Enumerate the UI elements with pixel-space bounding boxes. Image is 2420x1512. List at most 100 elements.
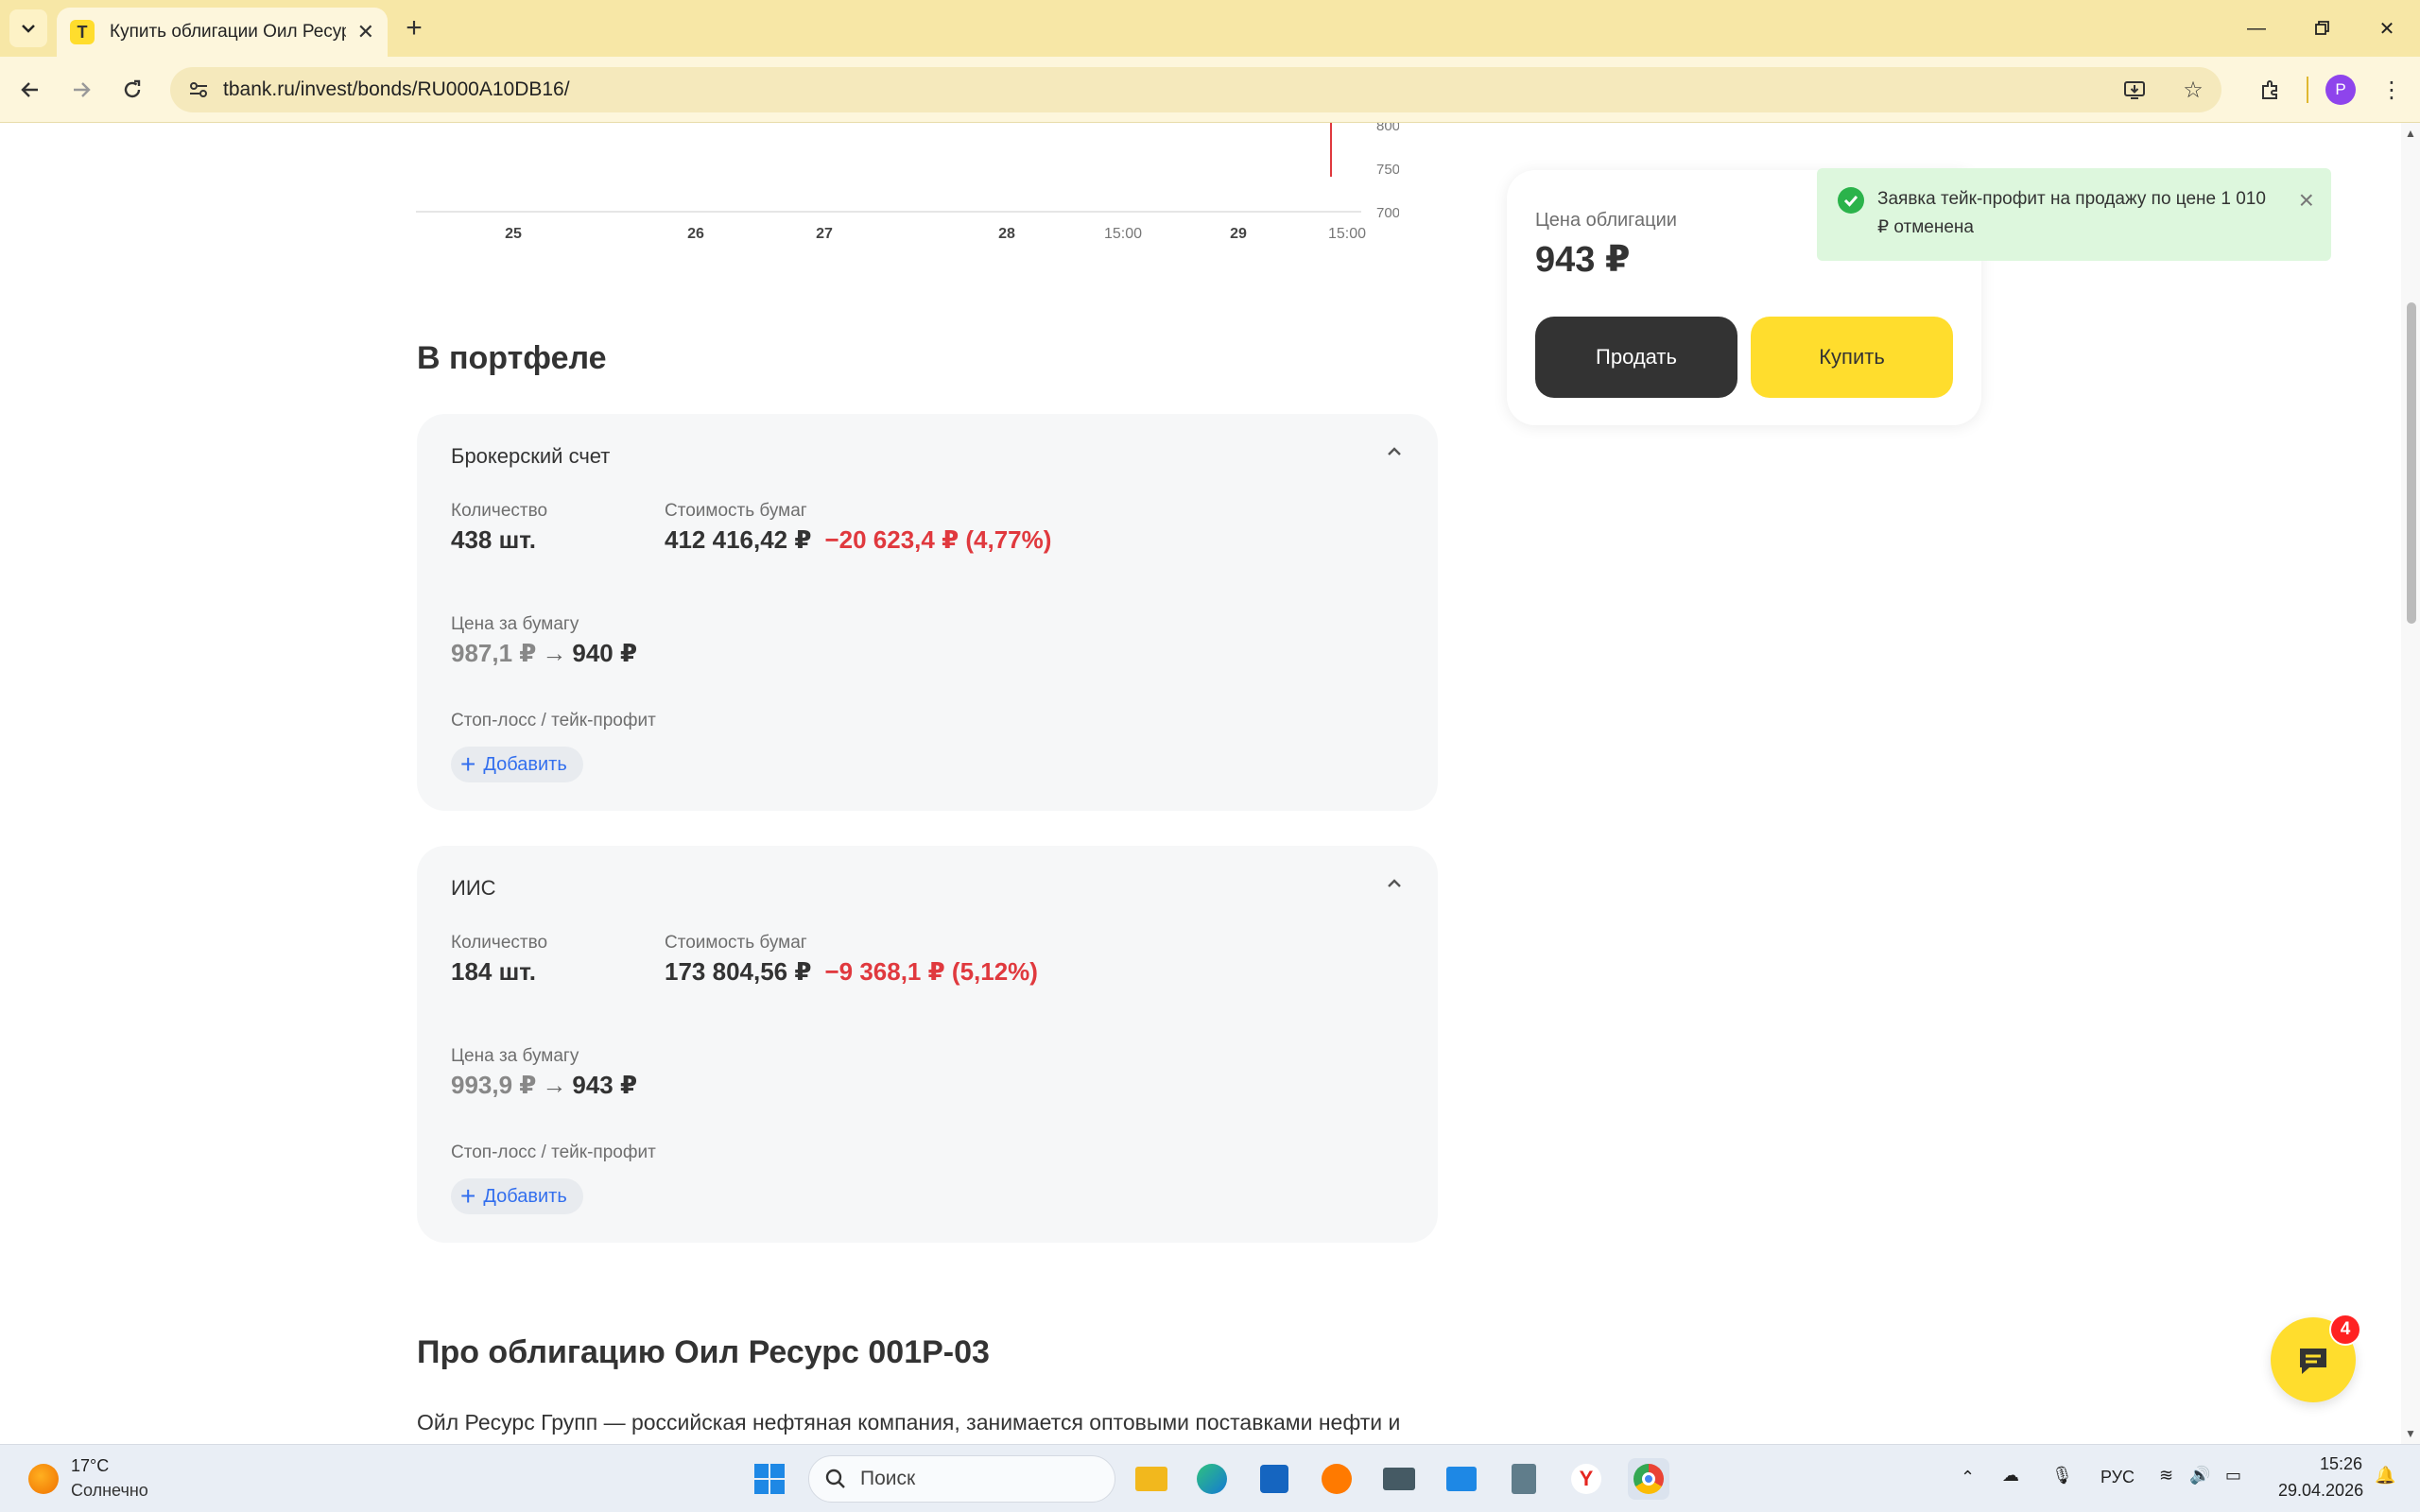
cost-label: Стоимость бумаг — [665, 933, 807, 953]
back-button[interactable] — [11, 71, 49, 109]
chart-y-ticks: 800,0 750,0 700,0 — [1376, 123, 1399, 221]
input-language[interactable]: РУС — [2100, 1468, 2135, 1487]
chart-x-tick-label: 28 — [998, 226, 1015, 242]
extensions-icon[interactable] — [2252, 71, 2290, 109]
add-stoploss-button[interactable]: + Добавить — [451, 747, 583, 782]
sell-button[interactable]: Продать — [1535, 317, 1737, 398]
bond-price-label: Цена облигации — [1535, 210, 1677, 231]
browser-tab-active[interactable]: T Купить облигации Оил Ресурс ✕ — [57, 8, 388, 57]
toolbar-divider — [2307, 77, 2308, 103]
arrow-right-icon — [74, 82, 91, 97]
chat-icon — [2300, 1349, 2326, 1374]
cost-label: Стоимость бумаг — [665, 501, 807, 521]
yandex-browser-icon[interactable]: Y — [1565, 1458, 1607, 1500]
arrow-left-icon — [21, 82, 38, 97]
price-per-bond-row: 993,9 ₽ → 943 ₽ — [451, 1071, 637, 1100]
restore-icon — [2315, 21, 2329, 35]
battery-icon[interactable]: ▭ — [2225, 1466, 2241, 1486]
reload-button[interactable] — [113, 71, 151, 109]
add-button-label: Добавить — [483, 1185, 567, 1207]
install-app-icon[interactable] — [2116, 71, 2153, 109]
chat-unread-badge: 4 — [2329, 1314, 2361, 1346]
quantity-value: 184 шт. — [451, 957, 536, 986]
chevron-up-icon[interactable] — [1385, 442, 1404, 461]
toast-message: Заявка тейк-профит на продажу по цене 1 … — [1877, 189, 2266, 237]
calculator-icon[interactable] — [1503, 1458, 1545, 1500]
price-new: 943 ₽ — [572, 1071, 638, 1099]
weather-temperature[interactable]: 17°C — [71, 1456, 109, 1476]
start-button[interactable] — [749, 1458, 790, 1500]
microsoft-store-icon[interactable] — [1253, 1458, 1295, 1500]
account-card-iis: ИИС Количество 184 шт. Стоимость бумаг 1… — [417, 846, 1438, 1243]
quantity-label: Количество — [451, 501, 548, 521]
microphone-icon[interactable]: 🎙 — [2051, 1466, 2073, 1486]
chart-x-tick-label: 15:00 — [1328, 226, 1366, 242]
chart-y-tick-label: 750,0 — [1376, 162, 1399, 178]
about-bond-text: Ойл Ресурс Групп — российская нефтяная к… — [417, 1410, 1401, 1435]
price-old: 993,9 ₽ — [451, 1071, 537, 1099]
price-old: 987,1 ₽ — [451, 639, 537, 667]
tab-close-icon[interactable]: ✕ — [357, 20, 374, 44]
address-bar[interactable]: tbank.ru/invest/bonds/RU000A10DB16/ ☆ — [170, 67, 2221, 112]
price-per-bond-label: Цена за бумагу — [451, 1046, 579, 1066]
file-explorer-icon[interactable] — [1131, 1458, 1172, 1500]
new-tab-button[interactable]: + — [395, 9, 433, 47]
price-per-bond-row: 987,1 ₽ → 940 ₽ — [451, 639, 637, 668]
minimize-button[interactable]: — — [2223, 0, 2290, 57]
success-check-icon — [1838, 187, 1864, 214]
media-player-icon[interactable] — [1316, 1458, 1357, 1500]
edge-browser-icon[interactable] — [1191, 1458, 1233, 1500]
cost-value-row: 412 416,42 ₽ −20 623,4 ₽ (4,77%) — [665, 525, 1051, 555]
chart-x-tick-label: 25 — [505, 226, 522, 242]
notification-toast: Заявка тейк-профит на продажу по цене 1 … — [1817, 168, 2331, 261]
page-scrollbar[interactable]: ▲ ▼ — [2401, 123, 2420, 1444]
about-bond-title: Про облигацию Оил Ресурс 001Р-03 — [417, 1334, 990, 1370]
search-icon — [825, 1469, 845, 1488]
quantity-label: Количество — [451, 933, 548, 953]
notifications-bell-icon[interactable]: 🔔 — [2375, 1466, 2395, 1486]
scroll-up-arrow-icon[interactable]: ▲ — [2405, 127, 2416, 140]
chrome-browser-icon[interactable] — [1628, 1458, 1669, 1500]
portfolio-title: В портфеле — [417, 340, 607, 376]
windows-logo-icon — [754, 1464, 785, 1494]
onedrive-cloud-icon[interactable]: ☁ — [2002, 1466, 2019, 1486]
chart-y-tick-label: 700,0 — [1376, 205, 1399, 221]
tbank-favicon-icon: T — [70, 20, 95, 44]
scroll-down-arrow-icon[interactable]: ▼ — [2405, 1427, 2416, 1440]
windows-taskbar: 17°C Солнечно Поиск Y ⌃ ☁ 🎙 РУС ≋ 🔊 ▭ 15… — [0, 1444, 2420, 1512]
stoploss-takeprofit-label: Стоп-лосс / тейк-профит — [451, 711, 656, 730]
restore-button[interactable] — [2290, 0, 2356, 57]
chevron-up-icon[interactable] — [1385, 874, 1404, 893]
close-window-button[interactable]: ✕ — [2354, 0, 2420, 57]
account-card-broker: Брокерский счет Количество 438 шт. Стоим… — [417, 414, 1438, 811]
clock-time[interactable]: 15:26 — [2320, 1454, 2362, 1474]
site-info-icon[interactable] — [180, 71, 217, 109]
tab-search-button[interactable] — [9, 9, 47, 47]
buy-button[interactable]: Купить — [1751, 317, 1953, 398]
account-name: ИИС — [451, 876, 496, 900]
quantity-value: 438 шт. — [451, 525, 536, 554]
volume-icon[interactable]: 🔊 — [2189, 1466, 2210, 1486]
keyboard-app-icon[interactable] — [1378, 1458, 1420, 1500]
taskbar-search[interactable]: Поиск — [808, 1455, 1115, 1503]
plus-icon: + — [460, 1181, 476, 1211]
weather-description[interactable]: Солнечно — [71, 1481, 148, 1501]
forward-button[interactable] — [62, 71, 100, 109]
bond-price-value: 943 ₽ — [1535, 240, 1631, 280]
bookmark-star-icon[interactable]: ☆ — [2174, 71, 2212, 109]
clock-date[interactable]: 29.04.2026 — [2278, 1481, 2363, 1501]
remote-desktop-icon[interactable] — [1441, 1458, 1482, 1500]
profile-avatar[interactable]: P — [2325, 75, 2356, 105]
weather-sun-icon[interactable] — [28, 1464, 59, 1494]
cost-change: −20 623,4 ₽ (4,77%) — [824, 525, 1052, 554]
toast-close-icon[interactable]: × — [2299, 185, 2314, 215]
browser-menu-icon[interactable]: ⋮ — [2373, 71, 2411, 109]
scroll-thumb[interactable] — [2407, 302, 2416, 624]
wifi-icon[interactable]: ≋ — [2159, 1466, 2173, 1486]
price-chart: 800,0 750,0 700,0 25 26 27 28 15:00 29 15:00 — [416, 123, 1399, 242]
add-stoploss-button[interactable]: + Добавить — [451, 1178, 583, 1214]
cost-value: 173 804,56 ₽ — [665, 957, 812, 986]
chart-x-tick-label: 15:00 — [1104, 226, 1142, 242]
tray-overflow-icon[interactable]: ⌃ — [1961, 1468, 1975, 1487]
price-new: 940 ₽ — [572, 639, 638, 667]
